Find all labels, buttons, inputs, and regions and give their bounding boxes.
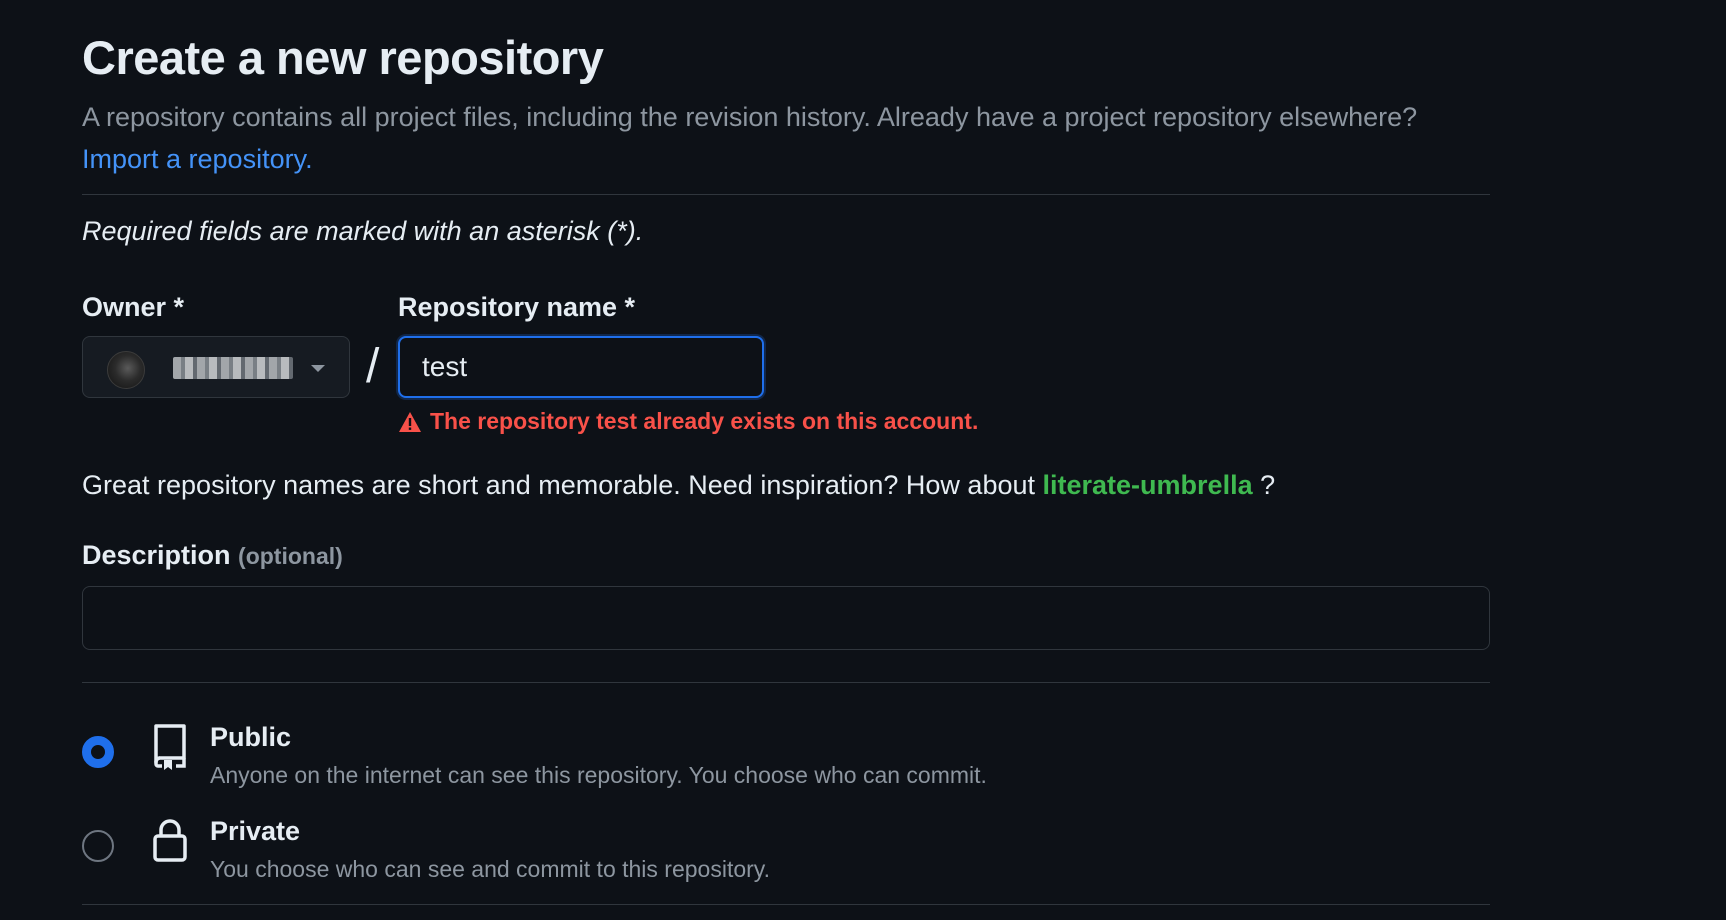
- visibility-option-public[interactable]: Public Anyone on the internet can see th…: [82, 722, 1490, 798]
- description-label: Description (optional): [82, 540, 343, 571]
- public-description: Anyone on the internet can see this repo…: [210, 762, 987, 788]
- hint-suffix: ?: [1260, 470, 1276, 500]
- avatar: [107, 351, 145, 389]
- repository-name-label: Repository name *: [398, 292, 636, 322]
- owner-name-redacted: [173, 357, 293, 379]
- required-fields-note: Required fields are marked with an aster…: [82, 216, 644, 246]
- import-repository-link[interactable]: Import a repository.: [82, 144, 313, 174]
- optional-tag: (optional): [238, 543, 343, 569]
- private-description: You choose who can see and commit to thi…: [210, 856, 770, 882]
- create-repo-page: Create a new repository A repository con…: [0, 0, 1726, 920]
- description-label-text: Description: [82, 540, 231, 570]
- owner-label: Owner *: [82, 292, 185, 322]
- description-input[interactable]: [82, 586, 1490, 650]
- suggested-name-button[interactable]: literate-umbrella: [1043, 470, 1253, 500]
- intro-text: A repository contains all project files,…: [82, 96, 1482, 180]
- error-message: The repository test already exists on th…: [430, 408, 979, 434]
- intro-description: A repository contains all project files,…: [82, 102, 1418, 132]
- alert-icon: [399, 411, 421, 432]
- owner-select[interactable]: [82, 336, 350, 398]
- repo-icon: [154, 724, 186, 770]
- divider: [82, 194, 1490, 195]
- repository-name-error: The repository test already exists on th…: [398, 408, 978, 435]
- private-title: Private: [210, 816, 301, 846]
- private-radio[interactable]: [82, 830, 114, 862]
- lock-icon: [153, 819, 187, 862]
- visibility-option-private[interactable]: Private You choose who can see and commi…: [82, 816, 1490, 892]
- page-title: Create a new repository: [82, 31, 604, 84]
- divider: [82, 682, 1490, 683]
- repository-name-input[interactable]: [398, 336, 764, 398]
- hint-text: Great repository names are short and mem…: [82, 470, 1035, 500]
- owner-repo-separator: /: [366, 340, 380, 393]
- name-hint: Great repository names are short and mem…: [82, 470, 1275, 501]
- chevron-down-icon: [311, 365, 325, 372]
- divider: [82, 904, 1490, 905]
- public-radio[interactable]: [82, 736, 114, 768]
- public-title: Public: [210, 722, 292, 752]
